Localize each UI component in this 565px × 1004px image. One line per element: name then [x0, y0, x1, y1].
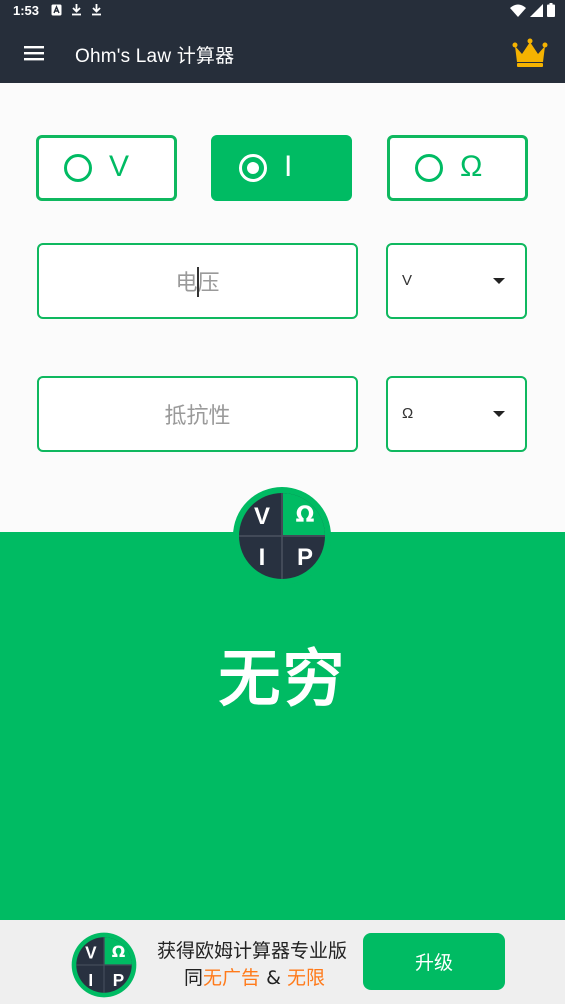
mode-option-label: Ω	[460, 150, 483, 183]
text-cursor	[197, 267, 199, 297]
banner-ampersand: &	[266, 967, 281, 989]
vip-logo[interactable]: V Ω I P	[232, 486, 332, 586]
voltage-input[interactable]: 电压	[37, 243, 358, 319]
menu-icon[interactable]	[22, 41, 46, 65]
status-notifications	[51, 3, 102, 16]
banner-subline: 同无广告 & 无限	[184, 963, 325, 990]
status-bar: 1:53	[0, 0, 565, 22]
dropdown-arrow-icon	[493, 278, 505, 284]
voltage-unit-select[interactable]: V	[386, 243, 527, 319]
app-bar: Ohm's Law 计算器	[0, 22, 565, 83]
vip-small-cell-v: V	[85, 942, 97, 962]
status-time: 1:53	[13, 3, 40, 18]
banner-headline: 获得欧姆计算器专业版	[157, 940, 348, 962]
notification-icon	[51, 4, 62, 15]
banner-subline-prefix: 同	[184, 967, 204, 989]
vip-cell-p: P	[297, 544, 313, 571]
banner-unlimited: 无限	[286, 967, 325, 989]
vip-cell-i: I	[259, 544, 266, 571]
resistance-unit-select[interactable]: Ω	[386, 376, 527, 452]
mode-option-resistance[interactable]: Ω	[387, 135, 528, 201]
result-value: 无穷	[218, 642, 347, 715]
vip-cell-omega: Ω	[296, 503, 315, 528]
radio-unchecked-icon	[415, 154, 443, 182]
battery-icon	[547, 3, 555, 17]
upgrade-button[interactable]: 升级	[363, 933, 505, 990]
dropdown-arrow-icon	[493, 411, 505, 417]
voltage-unit-value: V	[402, 272, 413, 289]
result-panel: 无穷	[0, 532, 565, 920]
status-system-icons	[510, 3, 555, 17]
signal-icon	[530, 3, 543, 17]
app-title: Ohm's Law 计算器	[75, 46, 235, 67]
download-icon	[72, 4, 81, 16]
vip-cell-v: V	[254, 503, 270, 530]
mode-option-label: I	[284, 150, 293, 183]
banner-no-ads: 无广告	[203, 967, 261, 989]
radio-checked-icon	[239, 154, 267, 182]
wifi-icon	[510, 4, 526, 17]
vip-small-cell-p: P	[113, 970, 124, 990]
radio-unchecked-icon	[64, 154, 92, 182]
resistance-input-placeholder: 抵抗性	[164, 404, 231, 429]
download-icon	[92, 4, 101, 16]
calculator-form: V I Ω 电压 V 抵抗性 Ω	[0, 83, 565, 532]
crown-icon[interactable]	[512, 38, 548, 68]
vip-small-cell-omega: Ω	[112, 942, 126, 961]
resistance-input[interactable]: 抵抗性	[37, 376, 358, 452]
vip-small-cell-i: I	[88, 970, 93, 990]
mode-option-voltage[interactable]: V	[36, 135, 177, 201]
mode-option-label: V	[109, 150, 130, 183]
resistance-unit-value: Ω	[402, 405, 414, 422]
mode-option-current[interactable]: I	[211, 135, 352, 201]
vip-small-logo: V Ω I P	[71, 932, 137, 998]
upgrade-banner: V Ω I P 获得欧姆计算器专业版 同无广告 & 无限 升级	[0, 920, 565, 1004]
